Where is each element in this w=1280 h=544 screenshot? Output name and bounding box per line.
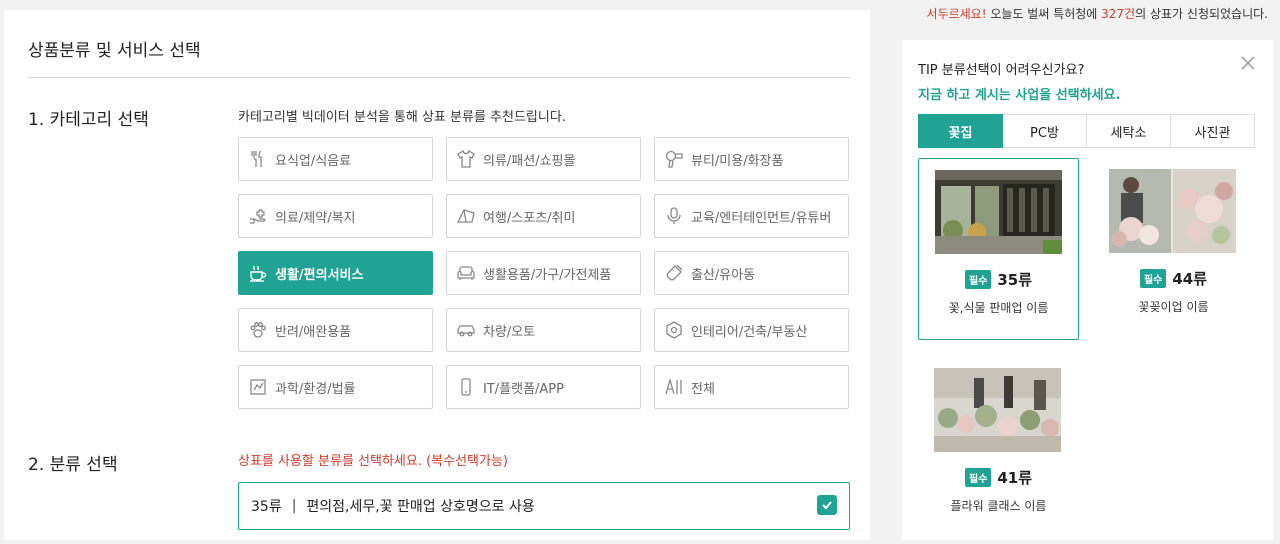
tent-icon bbox=[455, 205, 477, 227]
category-interior-button[interactable]: 인테리어/건축/부동산 bbox=[654, 308, 849, 352]
urgency-prefix: 서두르세요! bbox=[926, 7, 987, 21]
class-section-title: 2. 분류 선택 bbox=[28, 455, 118, 475]
category-science-button[interactable]: 과학/환경/법률 bbox=[238, 365, 433, 409]
category-all-button[interactable]: 전체 bbox=[654, 365, 849, 409]
category-medical-button[interactable]: 의료/제약/복지 bbox=[238, 194, 433, 238]
card-business-name: 플라워 클래스 이름 bbox=[950, 499, 1047, 513]
category-beauty-button[interactable]: 뷰티/미용/화장품 bbox=[654, 137, 849, 181]
required-badge: 필수 bbox=[964, 468, 992, 487]
card-business-name: 꽃꽂이업 이름 bbox=[1138, 300, 1209, 314]
recommend-card-35[interactable]: 필수 35류 꽃,식물 판매업 이름 bbox=[918, 158, 1079, 340]
card-class-row: 필수 44류 bbox=[1093, 268, 1254, 289]
page-title: 상품분류 및 서비스 선택 bbox=[28, 41, 201, 61]
urgency-suffix: 의 상표가 신청되었습니다. bbox=[1135, 7, 1268, 21]
category-fashion-button[interactable]: 의류/패션/쇼핑몰 bbox=[446, 137, 641, 181]
category-label: IT/플랫폼/APP bbox=[483, 381, 564, 397]
selected-class-description: 편의점,세무,꽃 판매업 상호명으로 사용 bbox=[306, 499, 535, 515]
urgency-middle: 오늘도 벌써 특허청에 bbox=[986, 7, 1102, 21]
selected-class-number: 35류 bbox=[251, 499, 282, 515]
all-icon bbox=[663, 376, 685, 398]
category-label: 생활용품/가구/가전제품 bbox=[483, 267, 612, 283]
selected-class-item[interactable]: 35류 | 편의점,세무,꽃 판매업 상호명으로 사용 bbox=[238, 482, 850, 530]
category-label: 여행/스포츠/취미 bbox=[483, 210, 576, 226]
flower-class-photo bbox=[934, 368, 1061, 452]
card-business-name: 꽃,식물 판매업 이름 bbox=[948, 301, 1049, 315]
category-label: 과학/환경/법률 bbox=[275, 381, 356, 397]
coffee-cup-icon bbox=[247, 262, 269, 284]
category-label: 의료/제약/복지 bbox=[275, 210, 356, 226]
tip-title: TIP 분류선택이 어려우신가요? bbox=[918, 63, 1085, 78]
required-badge: 필수 bbox=[964, 270, 992, 289]
category-baby-button[interactable]: 출산/유아동 bbox=[654, 251, 849, 295]
title-divider bbox=[28, 77, 850, 78]
tab-laundry[interactable]: 세탁소 bbox=[1087, 114, 1171, 148]
paw-icon bbox=[247, 319, 269, 341]
recommend-card-44[interactable]: 필수 44류 꽃꽂이업 이름 bbox=[1093, 158, 1254, 340]
category-description: 카테고리별 빅데이터 분석을 통해 상표 분류를 추천드립니다. bbox=[238, 110, 566, 125]
category-vehicle-button[interactable]: 차량/오토 bbox=[446, 308, 641, 352]
category-grid: 요식업/식음료 의류/패션/쇼핑몰 뷰티/미용/화장품 의료/제약/복지 여행/… bbox=[238, 137, 850, 409]
category-label: 출산/유아동 bbox=[691, 267, 756, 283]
recommend-card-41[interactable]: 필수 41류 플라워 클래스 이름 bbox=[918, 357, 1079, 539]
urgency-count: 327건 bbox=[1101, 7, 1136, 21]
category-label: 반려/애완용품 bbox=[275, 324, 352, 340]
category-label: 전체 bbox=[691, 381, 715, 397]
category-pet-button[interactable]: 반려/애완용품 bbox=[238, 308, 433, 352]
utensils-icon bbox=[247, 148, 269, 170]
flower-shop-photo bbox=[935, 170, 1062, 254]
category-household-button[interactable]: 생활용품/가구/가전제품 bbox=[446, 251, 641, 295]
card-class-row: 필수 35류 bbox=[919, 269, 1078, 290]
smartphone-icon bbox=[455, 376, 477, 398]
category-label: 생활/편의서비스 bbox=[275, 267, 364, 283]
tip-panel: TIP 분류선택이 어려우신가요? 지금 하고 계시는 사업을 선택하세요. 꽃… bbox=[902, 40, 1273, 540]
flower-arrangement-photo bbox=[1109, 169, 1236, 253]
tab-flower-shop[interactable]: 꽃집 bbox=[918, 114, 1003, 148]
car-icon bbox=[455, 319, 477, 341]
card-class-number: 44류 bbox=[1172, 270, 1208, 288]
category-label: 의류/패션/쇼핑몰 bbox=[483, 153, 576, 169]
medical-hand-icon bbox=[247, 205, 269, 227]
category-label: 요식업/식음료 bbox=[275, 153, 352, 169]
building-icon bbox=[663, 319, 685, 341]
category-section-title: 1. 카테고리 선택 bbox=[28, 110, 149, 130]
service-selection-panel: 상품분류 및 서비스 선택 1. 카테고리 선택 카테고리별 빅데이터 분석을 … bbox=[4, 10, 870, 540]
class-selection-hint: 상표를 사용할 분류를 선택하세요. (복수선택가능) bbox=[238, 454, 509, 469]
category-living-service-button[interactable]: 생활/편의서비스 bbox=[238, 251, 433, 295]
category-education-button[interactable]: 교육/엔터테인먼트/유튜버 bbox=[654, 194, 849, 238]
microphone-icon bbox=[663, 205, 685, 227]
category-label: 인테리어/건축/부동산 bbox=[691, 324, 808, 340]
category-label: 차량/오토 bbox=[483, 324, 536, 340]
hair-dryer-icon bbox=[663, 148, 685, 170]
card-class-number: 41류 bbox=[997, 469, 1033, 487]
lab-icon bbox=[247, 376, 269, 398]
card-class-row: 필수 41류 bbox=[918, 467, 1079, 488]
business-tabs: 꽃집 PC방 세탁소 사진관 bbox=[918, 114, 1255, 148]
page: 서두르세요! 오늘도 벌써 특허청에 327건의 상표가 신청되었습니다. 상품… bbox=[0, 0, 1280, 544]
tip-subtitle: 지금 하고 계시는 사업을 선택하세요. bbox=[918, 88, 1121, 103]
urgency-banner: 서두르세요! 오늘도 벌써 특허청에 327건의 상표가 신청되었습니다. bbox=[927, 5, 1268, 22]
category-label: 교육/엔터테인먼트/유튜버 bbox=[691, 210, 832, 226]
category-it-button[interactable]: IT/플랫폼/APP bbox=[446, 365, 641, 409]
category-travel-button[interactable]: 여행/스포츠/취미 bbox=[446, 194, 641, 238]
sofa-icon bbox=[455, 262, 477, 284]
close-icon[interactable] bbox=[1239, 54, 1257, 72]
baby-bottle-icon bbox=[663, 262, 685, 284]
tab-pc-room[interactable]: PC방 bbox=[1003, 114, 1087, 148]
card-class-number: 35류 bbox=[997, 271, 1033, 289]
shirt-icon bbox=[455, 148, 477, 170]
tab-photo-studio[interactable]: 사진관 bbox=[1171, 114, 1255, 148]
checkbox-checked-icon[interactable] bbox=[817, 495, 837, 515]
category-food-button[interactable]: 요식업/식음료 bbox=[238, 137, 433, 181]
selected-class-separator: | bbox=[291, 498, 297, 514]
required-badge: 필수 bbox=[1139, 269, 1167, 288]
category-label: 뷰티/미용/화장품 bbox=[691, 153, 784, 169]
